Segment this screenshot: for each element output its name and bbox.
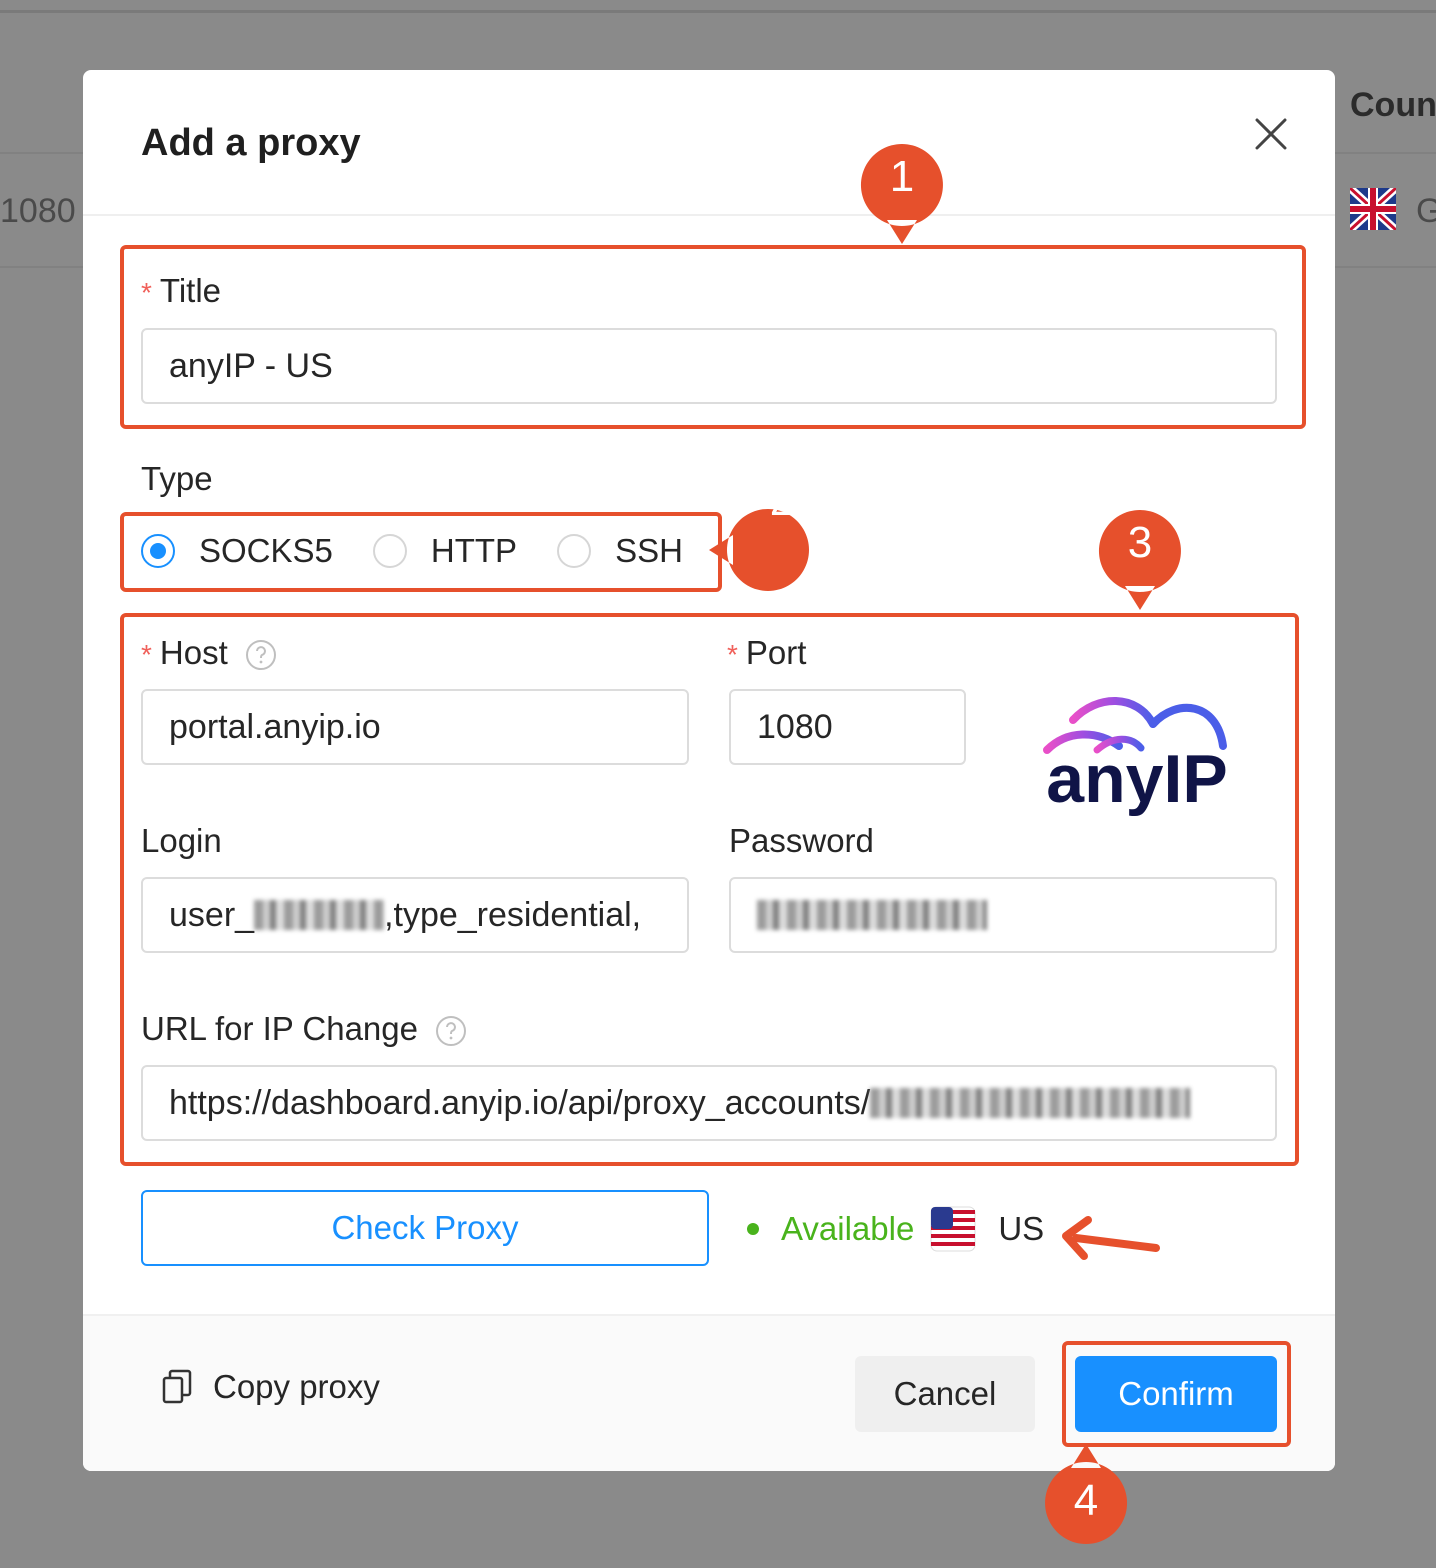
radio-button[interactable] — [557, 534, 592, 568]
login-value-start: user_ — [169, 895, 255, 934]
country-code: US — [998, 1210, 1045, 1247]
background-top-border — [0, 10, 1436, 13]
type-label: Type — [141, 460, 213, 497]
password-input[interactable] — [729, 877, 1277, 953]
redacted-text — [254, 900, 385, 930]
background-country-cell: G — [1416, 192, 1436, 230]
url-ip-change-label: URL for IP Change — [141, 1010, 467, 1048]
copy-icon — [162, 1369, 192, 1404]
help-icon[interactable] — [245, 639, 277, 671]
uk-flag-icon — [1350, 188, 1396, 230]
redacted-text — [870, 1088, 1191, 1118]
required-marker: * — [141, 639, 152, 670]
radio-http-label: HTTP — [430, 532, 518, 569]
radio-button[interactable] — [372, 534, 407, 568]
add-proxy-dialog: Add a proxy *Title Type SOCKS5 HTTP SSH … — [83, 70, 1335, 1471]
help-icon[interactable] — [435, 1015, 467, 1047]
host-input[interactable] — [141, 689, 689, 765]
close-icon[interactable] — [1251, 114, 1291, 154]
dialog-title: Add a proxy — [141, 122, 361, 164]
status-dot-icon — [747, 1223, 759, 1235]
type-radio-group: SOCKS5 HTTP SSH — [141, 532, 723, 570]
port-label-text: Port — [745, 634, 807, 671]
url-ip-change-label-text: URL for IP Change — [141, 1010, 418, 1047]
title-label-text: Title — [159, 272, 222, 309]
login-value-end: ,type_residential, — [384, 895, 642, 934]
step-number: 4 — [1073, 1476, 1099, 1525]
url-ip-change-input[interactable]: https://dashboard.anyip.io/api/proxy_acc… — [141, 1065, 1277, 1141]
title-label: * Title — [141, 272, 221, 310]
check-proxy-button[interactable]: Check Proxy — [141, 1190, 709, 1266]
port-label: * Port — [727, 634, 806, 672]
radio-socks5[interactable]: SOCKS5 — [141, 532, 333, 570]
host-label: * Host — [141, 634, 277, 672]
background-port-cell: 1080 — [0, 192, 76, 230]
login-input[interactable]: user_ ,type_residential, — [141, 877, 689, 953]
radio-http[interactable]: HTTP — [372, 532, 518, 570]
step-number: 2 — [769, 476, 795, 525]
background-column-header: Coun — [1350, 86, 1436, 124]
radio-ssh[interactable]: SSH — [557, 532, 683, 570]
port-input[interactable] — [729, 689, 966, 765]
copy-proxy-button[interactable]: Copy proxy — [161, 1368, 380, 1406]
proxy-status: Available US — [747, 1204, 1044, 1254]
copy-proxy-label: Copy proxy — [213, 1368, 380, 1405]
header-divider — [83, 214, 1335, 216]
radio-button-checked[interactable] — [141, 534, 175, 568]
password-label: Password — [729, 822, 874, 859]
required-marker: * — [727, 639, 738, 670]
cancel-button[interactable]: Cancel — [855, 1356, 1035, 1432]
host-label-text: Host — [159, 634, 228, 671]
radio-socks5-label: SOCKS5 — [199, 532, 333, 569]
radio-ssh-label: SSH — [615, 532, 683, 569]
redacted-password — [757, 900, 987, 930]
confirm-button[interactable]: Confirm — [1075, 1356, 1277, 1432]
url-value-start: https://dashboard.anyip.io/api/proxy_acc… — [169, 1083, 871, 1122]
required-marker: * — [141, 277, 152, 308]
title-input[interactable] — [141, 328, 1277, 404]
us-flag-icon — [930, 1206, 976, 1252]
anyip-logo: anyIP — [1043, 697, 1228, 817]
logo-text: anyIP — [1046, 741, 1227, 817]
dialog-footer: Copy proxy Cancel Confirm — [83, 1314, 1335, 1471]
login-label: Login — [141, 822, 222, 859]
status-text: Available — [781, 1210, 915, 1247]
